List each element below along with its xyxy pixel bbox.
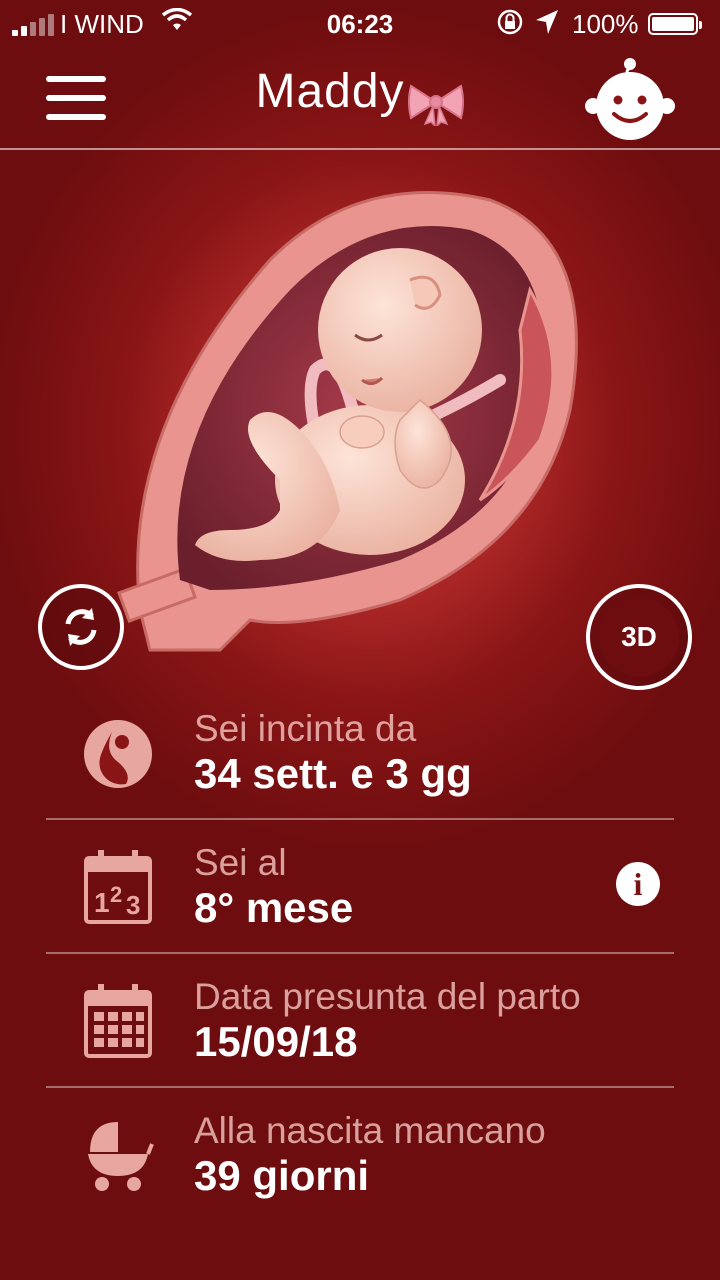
- rotate-arrows-icon: [65, 608, 97, 646]
- info-value: 34 sett. e 3 gg: [194, 750, 472, 797]
- info-label: Alla nascita mancano: [194, 1110, 546, 1151]
- info-row-month[interactable]: 1 2 3 Sei al 8° mese i: [46, 820, 674, 954]
- svg-text:2: 2: [110, 882, 122, 907]
- info-row-due-date[interactable]: Data presunta del parto 15/09/18: [46, 954, 674, 1088]
- bow-icon: [407, 84, 464, 126]
- info-row-weeks[interactable]: Sei incinta da 34 sett. e 3 gg: [46, 686, 674, 820]
- location-icon: [536, 10, 558, 34]
- info-row-countdown[interactable]: Alla nascita mancano 39 giorni: [46, 1088, 674, 1222]
- info-label: Sei al: [194, 842, 287, 883]
- view-3d-inner: 3D: [599, 597, 679, 677]
- battery-percentage: 100%: [572, 9, 639, 39]
- belly-icon: [84, 720, 152, 788]
- info-value: 15/09/18: [194, 1018, 358, 1065]
- info-icon[interactable]: i: [616, 862, 660, 906]
- svg-text:3: 3: [126, 890, 140, 920]
- stroller-icon: [88, 1122, 154, 1191]
- svg-text:1: 1: [94, 887, 110, 918]
- view-3d-label: 3D: [621, 621, 657, 652]
- status-bar: I WIND 06:23 100%: [0, 0, 720, 50]
- fetus-illustration[interactable]: [100, 180, 620, 660]
- nav-bar: Maddy: [0, 50, 720, 150]
- calendar-123-icon: 1 2 3: [84, 850, 152, 924]
- info-label: Data presunta del parto: [194, 976, 581, 1017]
- info-label: Sei incinta da: [194, 708, 417, 749]
- info-value: 39 giorni: [194, 1152, 370, 1199]
- battery-icon: [648, 13, 702, 35]
- rotate-button[interactable]: [38, 584, 124, 670]
- calendar-grid-icon: [84, 984, 152, 1058]
- view-3d-button[interactable]: 3D: [586, 584, 692, 690]
- baby-face-icon[interactable]: [580, 56, 680, 142]
- info-value: 8° mese: [194, 884, 354, 931]
- app-title: Maddy: [255, 65, 405, 118]
- orientation-lock-icon: [497, 9, 523, 35]
